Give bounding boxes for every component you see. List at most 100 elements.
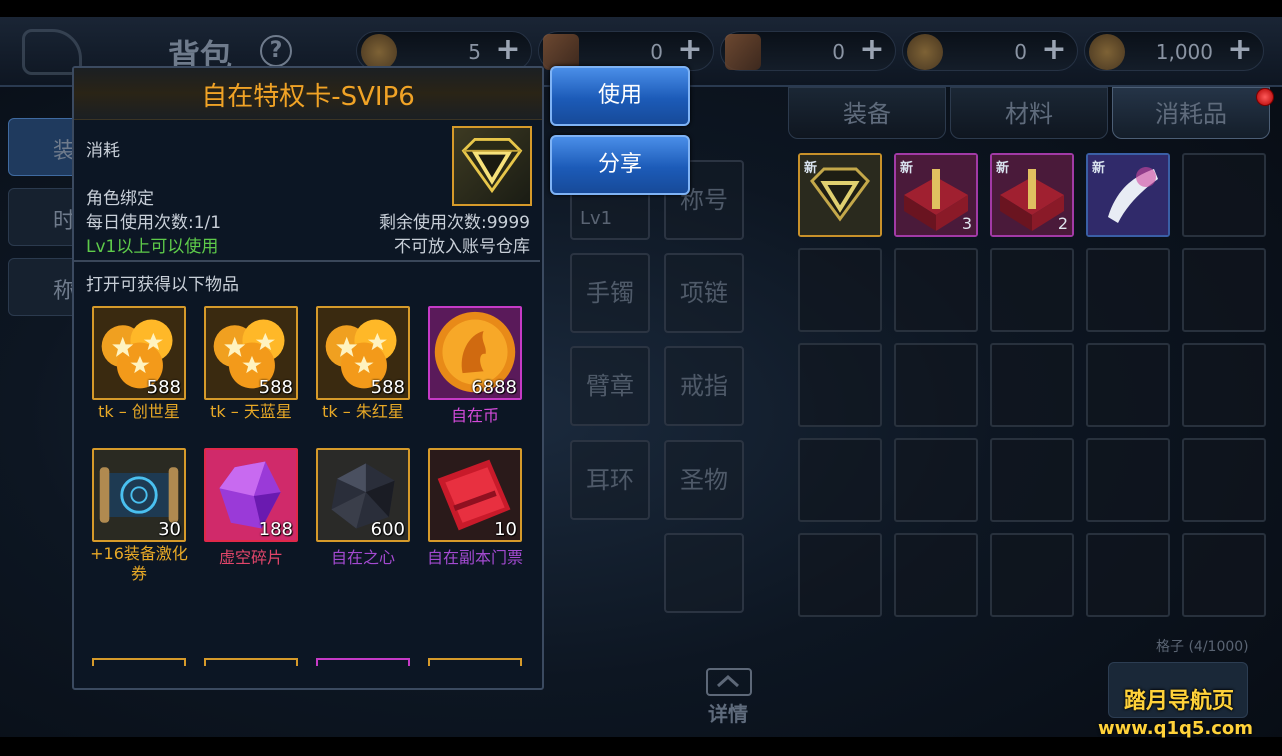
reward-count: 600 <box>370 519 405 540</box>
slot-bracelet[interactable]: 手镯 <box>570 253 650 333</box>
reward-item[interactable]: 588 <box>92 306 186 400</box>
inventory-slot[interactable] <box>798 533 882 617</box>
tab-materials[interactable]: 材料 <box>950 87 1108 139</box>
add-currency-button[interactable]: + <box>493 35 523 66</box>
inventory-slot[interactable] <box>1182 248 1266 332</box>
inventory-slot[interactable] <box>1182 343 1266 427</box>
vip-diamond-icon <box>452 126 532 206</box>
reward-count: 6888 <box>471 377 517 398</box>
item-detail-popup: 自在特权卡-SVIP6 消耗 角色绑定 每日使用次数:1/1 剩余使用次数:99… <box>72 66 544 690</box>
share-button[interactable]: 分享 <box>550 135 690 195</box>
watermark-url: www.q1q5.com <box>1098 718 1254 739</box>
inventory-slot[interactable] <box>990 343 1074 427</box>
slot-necklace[interactable]: 项链 <box>664 253 744 333</box>
inventory-slot[interactable] <box>798 343 882 427</box>
inventory-slot[interactable] <box>1086 248 1170 332</box>
add-currency-button[interactable]: + <box>675 35 705 66</box>
currency-locked-coin: 1,000 + <box>1084 31 1264 71</box>
inventory-slot[interactable] <box>990 533 1074 617</box>
reward-count: 588 <box>370 377 405 398</box>
capacity-label: 格子 (4/1000) <box>1156 639 1249 655</box>
rewards-header: 打开可获得以下物品 <box>86 275 239 295</box>
inventory-slot[interactable] <box>798 438 882 522</box>
reward-name: tk – 朱红星 <box>322 402 404 421</box>
reward-item[interactable]: 600 <box>316 448 410 542</box>
slot-armband[interactable]: 臂章 <box>570 346 650 426</box>
inventory-slot[interactable] <box>894 533 978 617</box>
currency-coin: 0 + <box>902 31 1078 71</box>
slot-empty[interactable] <box>664 533 744 613</box>
new-badge: 新 <box>900 161 914 176</box>
reward-count: 188 <box>258 519 293 540</box>
inventory-slot[interactable] <box>1182 533 1266 617</box>
feather-coin-icon <box>361 34 397 70</box>
reward-item[interactable]: 588 <box>204 306 298 400</box>
tab-label: 装备 <box>843 100 891 128</box>
inventory-slot[interactable] <box>1086 533 1170 617</box>
add-currency-button[interactable]: + <box>1039 35 1069 66</box>
item-category: 消耗 <box>86 141 120 161</box>
new-badge: 新 <box>996 161 1010 176</box>
reward-item[interactable]: 10 <box>428 448 522 542</box>
letterbox-bottom <box>0 737 1282 756</box>
currency-value: 1,000 <box>1155 40 1213 64</box>
bind-type: 角色绑定 <box>86 189 154 209</box>
detail-label: 详情 <box>708 702 748 726</box>
reward-slot-partial <box>428 658 522 666</box>
inventory-slot[interactable] <box>894 343 978 427</box>
locked-coin-icon <box>1089 34 1125 70</box>
side-tab-fashion[interactable]: 时 <box>8 188 78 246</box>
currency-value: 0 <box>650 40 663 64</box>
side-tab-title[interactable]: 称 <box>8 258 78 316</box>
use-button[interactable]: 使用 <box>550 66 690 126</box>
inventory-slot[interactable]: 新 <box>1086 153 1170 237</box>
reward-slot-partial <box>316 658 410 666</box>
currency-scroll: 0 + <box>538 31 714 71</box>
inventory-slot[interactable]: 新 <box>798 153 882 237</box>
reward-count: 30 <box>158 519 181 540</box>
reward-count: 10 <box>494 519 517 540</box>
slot-earring[interactable]: 耳环 <box>570 440 650 520</box>
question-icon[interactable]: ? <box>260 35 292 67</box>
inventory-slot[interactable]: 新3 <box>894 153 978 237</box>
level-requirement: Lv1以上可以使用 <box>86 237 219 257</box>
tab-consumables[interactable]: 消耗品 <box>1112 87 1270 139</box>
scroll-icon <box>543 34 579 70</box>
inventory-slot[interactable]: 新2 <box>990 153 1074 237</box>
locked-scroll-icon <box>725 34 761 70</box>
new-badge: 新 <box>1092 161 1106 176</box>
slot-ring[interactable]: 戒指 <box>664 346 744 426</box>
reward-count: 588 <box>258 377 293 398</box>
reward-name: +16装备激化券 <box>90 544 188 583</box>
inventory-slot[interactable] <box>894 248 978 332</box>
currency-feather: 5 + <box>356 31 532 71</box>
reward-slot-partial <box>92 658 186 666</box>
tab-equipment[interactable]: 装备 <box>788 87 946 139</box>
inventory-slot[interactable] <box>1182 153 1266 237</box>
warehouse-restriction: 不可放入账号仓库 <box>394 237 530 257</box>
reward-item[interactable]: 30 <box>92 448 186 542</box>
inventory-slot[interactable] <box>1086 343 1170 427</box>
divider <box>74 260 540 262</box>
reward-count: 588 <box>146 377 181 398</box>
inventory-slot[interactable] <box>990 248 1074 332</box>
reward-name: 自在副本门票 <box>426 548 523 567</box>
reward-name: tk – 天蓝星 <box>210 402 292 421</box>
new-badge: 新 <box>804 161 818 176</box>
add-currency-button[interactable]: + <box>857 35 887 66</box>
reward-item[interactable]: 188 <box>204 448 298 542</box>
inventory-slot[interactable] <box>990 438 1074 522</box>
inventory-slot[interactable] <box>1182 438 1266 522</box>
reward-item[interactable]: 588 <box>316 306 410 400</box>
notification-dot-icon <box>1256 88 1274 106</box>
slot-relic[interactable]: 圣物 <box>664 440 744 520</box>
popup-title: 自在特权卡-SVIP6 <box>201 82 415 112</box>
inventory-slot[interactable] <box>1086 438 1170 522</box>
tab-label: 材料 <box>1005 100 1053 128</box>
inventory-slot[interactable] <box>798 248 882 332</box>
reward-item[interactable]: 6888 <box>428 306 522 400</box>
inventory-slot[interactable] <box>894 438 978 522</box>
side-tab-equip[interactable]: 装 <box>8 118 78 176</box>
currency-value: 0 <box>1014 40 1027 64</box>
add-currency-button[interactable]: + <box>1225 35 1255 66</box>
